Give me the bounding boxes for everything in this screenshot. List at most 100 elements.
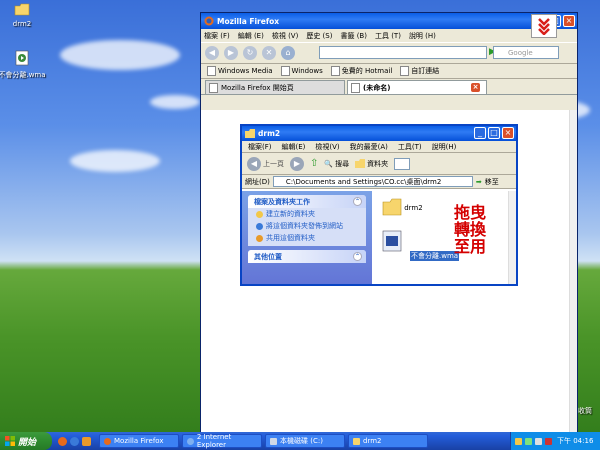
page-icon <box>330 66 340 76</box>
ie-icon <box>187 437 194 445</box>
folder-icon <box>14 3 30 16</box>
folder-icon <box>245 129 255 138</box>
folder-icon <box>355 159 366 168</box>
close-button[interactable]: × <box>563 15 575 27</box>
task-new-folder[interactable]: 建立新的資料夾 <box>248 208 366 220</box>
folder-icon <box>382 198 402 216</box>
page-icon <box>209 82 218 93</box>
up-folder-icon[interactable]: ⇧ <box>310 158 318 169</box>
new-folder-icon <box>256 210 263 218</box>
magnifier-icon: 🔍 <box>324 159 334 168</box>
explorer-menu-help[interactable]: 說明(H) <box>432 142 457 152</box>
desktop-icon-drm2[interactable]: drm2 <box>2 3 42 28</box>
start-button[interactable]: 開始 <box>0 432 52 450</box>
clock[interactable]: 下午 04:16 <box>557 436 593 446</box>
bookmark-item[interactable]: 自訂連結 <box>400 66 439 76</box>
firefox-title-bar[interactable]: Mozilla Firefox <box>201 13 577 29</box>
cloud <box>150 95 200 109</box>
cloud <box>60 40 180 70</box>
task-publish-web[interactable]: 將這個資料夾發佈到網站 <box>248 220 366 232</box>
address-bar: 網址(D) C:\Documents and Settings\CO.cc\桌面… <box>242 175 516 189</box>
bookmarks-toolbar: Windows Media Windows 免費的 Hotmail 自訂連結 <box>201 64 577 79</box>
other-places-header[interactable]: 其他位置 ⌃ <box>248 250 366 263</box>
collapse-icon[interactable]: ⌃ <box>353 252 362 261</box>
desktop-icon-label: 不會分離.wma <box>0 71 46 79</box>
file-item-wma[interactable]: 不會分離.wma <box>382 230 460 261</box>
go-button[interactable]: 移至 <box>485 177 499 187</box>
address-input[interactable]: C:\Documents and Settings\CO.cc\桌面\drm2 <box>272 176 473 187</box>
views-icon[interactable] <box>394 157 411 170</box>
collapse-icon[interactable]: ⌃ <box>353 197 362 206</box>
menu-view[interactable]: 檢視 (V) <box>272 31 298 41</box>
firefox-icon <box>204 16 214 26</box>
menu-history[interactable]: 歷史 (S) <box>306 31 332 41</box>
search-button[interactable]: 🔍 搜尋 <box>324 159 349 169</box>
drive-icon <box>270 437 277 445</box>
taskbar: 開始 Mozilla Firefox 2 Internet Explorer 本… <box>0 432 600 450</box>
file-item-drm2[interactable]: drm2 <box>382 198 423 218</box>
ie-quicklaunch-icon[interactable] <box>70 436 79 446</box>
explorer-menu-favorites[interactable]: 我的最愛(A) <box>350 142 388 152</box>
page-icon <box>351 82 360 93</box>
volume-icon[interactable] <box>535 437 542 445</box>
menu-tools[interactable]: 工具 (T) <box>375 31 401 41</box>
stop-icon[interactable]: ✕ <box>262 46 276 60</box>
taskbar-item-firefox[interactable]: Mozilla Firefox <box>99 434 179 448</box>
task-share-folder[interactable]: 共用這個資料夾 <box>248 232 366 246</box>
go-arrow-icon[interactable]: ➡ <box>476 178 482 186</box>
tab-close-icon[interactable]: × <box>471 83 480 92</box>
media-file-icon <box>15 50 29 66</box>
page-icon <box>280 66 290 76</box>
search-input[interactable]: Google <box>493 46 559 59</box>
url-input[interactable] <box>319 46 487 59</box>
menu-edit[interactable]: 編輯 (E) <box>238 31 264 41</box>
explorer-menu-file[interactable]: 檔案(F) <box>248 142 272 152</box>
tray-icon[interactable] <box>515 437 522 445</box>
share-icon <box>256 234 263 242</box>
explorer-scrollbar[interactable] <box>508 191 516 284</box>
explorer-menu-edit[interactable]: 編輯(E) <box>282 142 306 152</box>
menu-help[interactable]: 說明 (H) <box>409 31 436 41</box>
bookmark-item[interactable]: Windows <box>280 66 323 76</box>
desktop-icon-wma[interactable]: 不會分離.wma <box>0 50 46 80</box>
firefox-menubar: 檔案 (F) 編輯 (E) 檢視 (V) 歷史 (S) 書籤 (B) 工具 (T… <box>201 29 577 42</box>
file-tasks-header[interactable]: 檔案及資料夾工作 ⌃ <box>248 195 366 208</box>
taskbar-item-drm2[interactable]: drm2 <box>348 434 428 448</box>
forward-icon[interactable]: ▶ <box>290 156 304 171</box>
tab-untitled[interactable]: (未命名) × <box>347 80 487 94</box>
bookmark-item[interactable]: Windows Media <box>207 66 273 76</box>
taskbar-item-local-disk[interactable]: 本機磁碟 (C:) <box>265 434 345 448</box>
back-icon[interactable]: ◀ <box>205 46 219 60</box>
download-arrow-icon[interactable] <box>531 14 557 38</box>
explorer-menu-tools[interactable]: 工具(T) <box>398 142 422 152</box>
desktop-icon-label: drm2 <box>12 20 32 28</box>
menu-bookmarks[interactable]: 書籤 (B) <box>340 31 367 41</box>
security-icon[interactable] <box>545 437 552 445</box>
firefox-icon <box>104 437 111 445</box>
bookmark-item[interactable]: 免費的 Hotmail <box>330 66 392 76</box>
explorer-minimize-button[interactable]: _ <box>474 127 486 139</box>
explorer-maximize-button[interactable]: □ <box>488 127 500 139</box>
explorer-title: drm2 <box>258 129 281 138</box>
forward-icon[interactable]: ▶ <box>224 46 238 60</box>
media-quicklaunch-icon[interactable] <box>82 436 91 446</box>
network-icon[interactable] <box>525 437 532 445</box>
explorer-menu-view[interactable]: 檢視(V) <box>315 142 339 152</box>
file-tasks-panel: 檔案及資料夾工作 ⌃ 建立新的資料夾 將這個資料夾發佈到網站 共用這個資料夾 <box>248 195 366 246</box>
back-button[interactable]: ◀ 上一頁 <box>247 156 284 171</box>
firefox-title: Mozilla Firefox <box>217 16 280 26</box>
taskbar-item-ie[interactable]: 2 Internet Explorer <box>182 433 262 449</box>
reload-icon[interactable]: ↻ <box>243 46 257 60</box>
scrollbar[interactable] <box>569 110 577 432</box>
home-icon[interactable]: ⌂ <box>281 46 295 60</box>
folder-icon <box>353 437 360 445</box>
folders-button[interactable]: 資料夾 <box>355 159 388 169</box>
explorer-close-button[interactable]: × <box>502 127 514 139</box>
explorer-toolbar: ◀ 上一頁 ▶ ⇧ 🔍 搜尋 資料夾 <box>242 153 516 175</box>
explorer-window: drm2 _ □ × 檔案(F) 編輯(E) 檢視(V) 我的最愛(A) 工具(… <box>240 124 518 286</box>
explorer-menubar: 檔案(F) 編輯(E) 檢視(V) 我的最愛(A) 工具(T) 說明(H) <box>242 141 516 153</box>
firefox-quicklaunch-icon[interactable] <box>58 436 67 446</box>
windows-logo-icon <box>5 436 15 446</box>
tab-start-page[interactable]: Mozilla Firefox 開始頁 <box>205 80 345 94</box>
menu-file[interactable]: 檔案 (F) <box>204 31 230 41</box>
